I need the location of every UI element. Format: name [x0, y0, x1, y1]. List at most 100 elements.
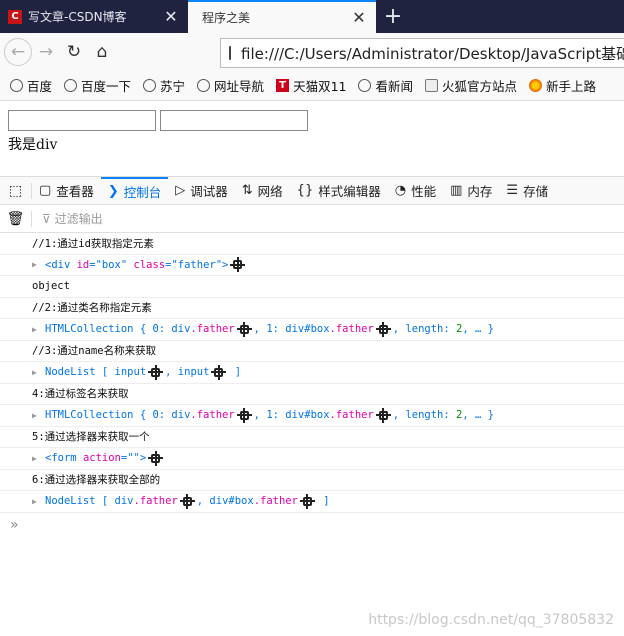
- devtools-tab[interactable]: ⇅ 网络: [235, 177, 290, 204]
- console-text: , 1: div#box: [253, 409, 330, 422]
- inspect-node-icon[interactable]: [148, 364, 164, 380]
- console-row: ▶ HTMLCollection { 0: div .father, 1: div#…: [0, 319, 624, 341]
- inspect-node-icon[interactable]: [236, 321, 252, 337]
- expand-arrow-icon[interactable]: ▶: [32, 368, 45, 377]
- tab-active[interactable]: 程序之美 ✕: [188, 0, 376, 33]
- bookmark-item[interactable]: 百度一下: [64, 76, 131, 95]
- console-text: NodeList [ div: [45, 495, 134, 508]
- console-row: 4:通过标签名来获取: [0, 384, 624, 405]
- console-text: //2:通过类名称指定元素: [32, 302, 152, 315]
- bookmark-item[interactable]: 苏宁: [143, 76, 185, 95]
- bookmark-item[interactable]: 新手上路: [529, 76, 596, 95]
- element-picker-icon[interactable]: ⬚: [0, 182, 32, 199]
- devtools-tab-label: 调试器: [190, 184, 228, 199]
- console-text: .father: [329, 409, 374, 422]
- expand-arrow-icon[interactable]: ▶: [32, 260, 45, 269]
- globe-icon: [10, 79, 23, 92]
- console-text: class: [133, 258, 166, 271]
- console-filter-bar: 🗑 ⊽ 过滤输出: [0, 205, 624, 233]
- globe-icon: [358, 79, 372, 92]
- tab-strip: C 写文章-CSDN博客 ✕ 程序之美 ✕ +: [0, 0, 624, 33]
- bookmark-item[interactable]: 看新闻: [358, 76, 413, 95]
- devtools-tab[interactable]: ☰ 存储: [499, 177, 555, 204]
- globe-icon: [143, 79, 157, 92]
- text-input-2[interactable]: [160, 110, 308, 131]
- bookmarks-bar: 百度 百度一下 苏宁 网址导航 T 天猫双11 看新闻 火狐官方站点 新手上路: [0, 71, 624, 101]
- devtools-tab-label: 性能: [411, 184, 437, 199]
- console-text: , length:: [392, 409, 457, 422]
- bookmark-label: 天猫双11: [293, 79, 347, 94]
- filter-output-input[interactable]: ⊽ 过滤输出: [42, 210, 103, 227]
- globe-icon: [197, 79, 211, 92]
- bookmark-item[interactable]: 网址导航: [197, 76, 264, 95]
- div-text: 我是div: [8, 137, 58, 153]
- filter-placeholder: 过滤输出: [54, 212, 103, 226]
- devtools-tab[interactable]: ◔ 性能: [388, 177, 443, 204]
- console-row: //3:通过name名称来获取: [0, 341, 624, 362]
- console-row: ▶ <div id ="box" class ="father">: [0, 255, 624, 276]
- devtools-tab[interactable]: ▥ 内存: [443, 177, 499, 204]
- console-text: <div: [45, 258, 77, 271]
- bookmark-item[interactable]: 火狐官方站点: [424, 76, 517, 95]
- firefox-icon: [529, 79, 542, 92]
- reload-button[interactable]: ↻: [60, 38, 88, 66]
- clear-console-trash-icon[interactable]: 🗑: [0, 210, 32, 227]
- devtools-tab-label: 网络: [257, 184, 283, 199]
- devtools-tab[interactable]: {} 样式编辑器: [290, 177, 388, 204]
- devtools-tab-label: 存储: [523, 184, 549, 199]
- tab-title: 写文章-CSDN博客: [28, 10, 127, 24]
- console-text: ="father">: [165, 258, 229, 271]
- folder-icon: [424, 79, 438, 92]
- console-row: //1:通过id获取指定元素: [0, 233, 624, 255]
- devtools-tab-label: 内存: [467, 184, 493, 199]
- new-tab-button[interactable]: +: [376, 0, 410, 33]
- inspect-node-icon[interactable]: [375, 407, 391, 423]
- text-input-1[interactable]: [8, 110, 156, 131]
- inspect-node-icon[interactable]: [148, 450, 164, 466]
- devtools-tab-icon: ◔: [394, 183, 407, 198]
- console-text: //1:通过id获取指定元素: [32, 237, 154, 250]
- console-row: ▶ <form action ="">: [0, 448, 624, 470]
- devtools-tab[interactable]: ❯ 控制台: [100, 177, 169, 204]
- forward-button[interactable]: →: [32, 38, 60, 66]
- console-text: .father: [329, 323, 374, 336]
- devtools-tab-icon: {}: [296, 183, 314, 198]
- expand-arrow-icon[interactable]: ▶: [32, 411, 45, 420]
- devtools-tab-icon: ▢: [39, 183, 52, 198]
- devtools-tab[interactable]: ▢ 查看器: [32, 177, 101, 204]
- console-text: 6:通过选择器来获取全部的: [32, 474, 161, 487]
- bookmark-item[interactable]: 百度: [10, 76, 52, 95]
- watermark: https://blog.csdn.net/qq_37805832: [368, 612, 614, 628]
- console-text: object: [32, 280, 70, 293]
- inspect-node-icon[interactable]: [299, 493, 315, 509]
- home-button[interactable]: ⌂: [88, 38, 116, 66]
- bookmark-item[interactable]: T 天猫双11: [276, 76, 346, 95]
- inspect-node-icon[interactable]: [375, 321, 391, 337]
- page-icon: [229, 46, 231, 60]
- expand-arrow-icon[interactable]: ▶: [32, 497, 45, 506]
- console-text: , length:: [392, 323, 457, 336]
- expand-arrow-icon[interactable]: ▶: [32, 454, 45, 463]
- devtools-tab-icon: ▷: [175, 183, 186, 198]
- devtools-tab-label: 查看器: [56, 184, 94, 199]
- devtools-tab[interactable]: ▷ 调试器: [168, 177, 235, 204]
- inspect-node-icon[interactable]: [211, 364, 227, 380]
- url-bar[interactable]: file:///C:/Users/Administrator/Desktop/J…: [220, 38, 624, 68]
- console-text: , div#box: [196, 495, 254, 508]
- console-text: <form: [45, 452, 83, 465]
- inspect-node-icon[interactable]: [236, 407, 252, 423]
- close-tab-icon[interactable]: ✕: [350, 8, 368, 27]
- inspect-node-icon[interactable]: [179, 493, 195, 509]
- console-text: action: [82, 452, 121, 465]
- console-text: .father: [253, 495, 298, 508]
- back-button[interactable]: ←: [4, 38, 32, 66]
- close-tab-icon[interactable]: ✕: [162, 7, 180, 26]
- console-input[interactable]: »: [0, 513, 624, 537]
- expand-arrow-icon[interactable]: ▶: [32, 325, 45, 334]
- console-text: .father: [133, 495, 178, 508]
- inspect-node-icon[interactable]: [230, 257, 246, 273]
- tab-csdn[interactable]: C 写文章-CSDN博客 ✕: [0, 0, 188, 33]
- console-text: , … }: [462, 323, 494, 336]
- tab-title: 程序之美: [202, 11, 251, 25]
- console-text: id: [76, 258, 90, 271]
